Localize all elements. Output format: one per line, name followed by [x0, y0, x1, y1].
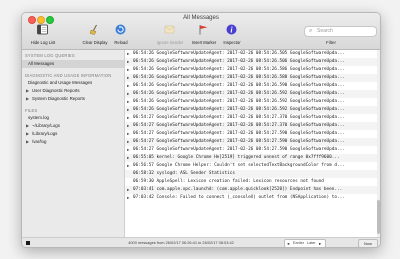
hide-log-list-label: Hide Log List: [30, 40, 56, 45]
toolbar: All Messages Hide Log List Clear Display: [22, 13, 380, 50]
now-button[interactable]: Now: [358, 239, 378, 247]
disclosure-triangle-icon[interactable]: ▶: [127, 74, 129, 82]
sidebar-item-user-diagnostic-reports[interactable]: ▶ User Diagnostic Reports: [22, 87, 124, 95]
disclosure-triangle-icon[interactable]: ▶: [127, 50, 129, 58]
reload-icon: [115, 24, 126, 35]
disclosure-triangle-icon[interactable]: ▶: [127, 186, 129, 194]
section-header-system-log-queries: SYSTEM LOG QUERIES: [25, 53, 75, 58]
disclosure-triangle-icon[interactable]: ▶: [127, 122, 129, 130]
ignore-sender-icon: [164, 25, 175, 34]
log-row[interactable]: ▶ 06:55:05 kernel: Google Chrome He[2519]…: [125, 154, 380, 162]
section-header-diagnostic: DIAGNOSTIC AND USAGE INFORMATION: [25, 73, 112, 78]
scrollbar-thumb[interactable]: [377, 200, 380, 234]
log-row[interactable]: ▶ 07:03:42 Console: Failed to connect (_c…: [125, 194, 380, 202]
disclosure-triangle-icon[interactable]: ▶: [127, 98, 129, 106]
insert-marker-label: Insert Marker: [191, 40, 217, 45]
ignore-sender-label: Ignore Sender: [156, 40, 184, 45]
disclosure-triangle-icon[interactable]: ▶: [127, 90, 129, 98]
vertical-scrollbar[interactable]: [377, 50, 380, 237]
disclosure-triangle-icon[interactable]: ▶: [127, 138, 129, 146]
sidebar-item-system-diagnostic-reports[interactable]: ▶ System Diagnostic Reports: [22, 95, 124, 103]
log-row[interactable]: 06:59:30 AppleSpell: Lexicon creation fa…: [125, 178, 380, 186]
earlier-later-control: ◂ Earlier Later ▸: [284, 239, 326, 247]
sidebar-item-all-messages[interactable]: All Messages: [22, 60, 124, 68]
log-row[interactable]: ▶ 06:54:27 GoogleSoftwareUpdateAgent: 201…: [125, 122, 380, 130]
status-bar: 4000 messages from 26/02/17 06:26:41 to …: [22, 237, 380, 247]
search-field[interactable]: ⌕ Search: [304, 26, 377, 37]
earlier-button[interactable]: Earlier: [293, 240, 304, 247]
sidebar-item-user-library-logs[interactable]: ▶ ~/Library/Logs: [22, 122, 124, 130]
search-placeholder: Search: [317, 28, 333, 34]
message-count-text: 4000 messages from 26/02/17 06:26:41 to …: [128, 240, 234, 245]
disclosure-triangle-icon[interactable]: ▶: [127, 66, 129, 74]
hide-log-list-button[interactable]: Hide Log List: [26, 24, 60, 47]
disclosure-triangle-icon[interactable]: ▶: [127, 114, 129, 122]
disclosure-triangle-icon[interactable]: ▶: [26, 95, 29, 103]
inspector-button[interactable]: i Inspector: [220, 24, 244, 47]
broom-icon: [89, 24, 97, 35]
disclosure-triangle-icon[interactable]: ▶: [127, 58, 129, 66]
log-row[interactable]: ▶ 06:54:27 GoogleSoftwareUpdateAgent: 201…: [125, 146, 380, 154]
disclosure-triangle-icon[interactable]: ▶: [26, 122, 29, 130]
sidebar-item-library-logs[interactable]: ▶ /Library/Logs: [22, 130, 124, 138]
disclosure-triangle-icon[interactable]: ▶: [26, 138, 29, 146]
stop-square-icon[interactable]: [26, 241, 30, 245]
log-row[interactable]: ▶ 06:54:26 GoogleSoftwareUpdateAgent: 201…: [125, 106, 380, 114]
sidebar-item-var-log[interactable]: ▶ /var/log: [22, 138, 124, 146]
disclosure-triangle-icon[interactable]: ▶: [127, 154, 129, 162]
reload-button[interactable]: Reload: [110, 24, 132, 47]
section-header-files: FILES: [25, 108, 38, 113]
log-row[interactable]: ▶ 07:03:41 com.apple.xpc.launchd: (com.ap…: [125, 186, 380, 194]
log-row[interactable]: ▶ 06:54:27 GoogleSoftwareUpdateAgent: 201…: [125, 114, 380, 122]
log-row[interactable]: ▶ 06:54:26 GoogleSoftwareUpdateAgent: 201…: [125, 66, 380, 74]
log-row[interactable]: ▶ 06:54:26 GoogleSoftwareUpdateAgent: 201…: [125, 50, 380, 58]
log-row[interactable]: ▶ 06:54:27 GoogleSoftwareUpdateAgent: 201…: [125, 138, 380, 146]
log-row[interactable]: 06:58:32 syslogd: ASL Sender Statistics: [125, 170, 380, 178]
console-window: All Messages Hide Log List Clear Display: [21, 12, 381, 248]
clear-display-label: Clear Display: [82, 40, 108, 45]
ignore-sender-button[interactable]: Ignore Sender: [152, 24, 188, 47]
disclosure-triangle-icon[interactable]: ▶: [127, 82, 129, 90]
later-button[interactable]: Later: [307, 240, 316, 247]
log-row[interactable]: ▶ 06:56:57 Google Chrome Helper: Couldn't…: [125, 162, 380, 170]
log-messages-view[interactable]: ▶ 06:54:26 GoogleSoftwareUpdateAgent: 201…: [125, 50, 380, 237]
disclosure-triangle-icon[interactable]: ▶: [26, 87, 29, 95]
disclosure-triangle-icon[interactable]: ▶: [26, 130, 29, 138]
log-row[interactable]: ▶ 06:54:26 GoogleSoftwareUpdateAgent: 201…: [125, 98, 380, 106]
earlier-arrow-icon[interactable]: ◂: [287, 240, 289, 247]
disclosure-triangle-icon[interactable]: ▶: [127, 194, 129, 202]
sidebar-icon: [37, 24, 48, 35]
sidebar-item-diagnostic-usage-messages[interactable]: Diagnostic and Usage Messages: [22, 79, 124, 87]
marker-icon: [199, 25, 208, 35]
log-row[interactable]: ▶ 06:54:26 GoogleSoftwareUpdateAgent: 201…: [125, 82, 380, 90]
log-list-sidebar: SYSTEM LOG QUERIES All Messages DIAGNOST…: [22, 50, 125, 237]
sidebar-item-system-log[interactable]: system.log: [22, 114, 124, 122]
later-arrow-icon[interactable]: ▸: [319, 240, 321, 247]
log-row[interactable]: ▶ 06:54:27 GoogleSoftwareUpdateAgent: 201…: [125, 130, 380, 138]
info-icon: i: [226, 24, 237, 35]
disclosure-triangle-icon[interactable]: ▶: [127, 130, 129, 138]
log-row[interactable]: ▶ 06:54:26 GoogleSoftwareUpdateAgent: 201…: [125, 90, 380, 98]
window-title: All Messages: [183, 15, 219, 21]
insert-marker-button[interactable]: Insert Marker: [186, 24, 222, 47]
inspector-label: Inspector: [223, 40, 241, 45]
disclosure-triangle-icon[interactable]: ▶: [127, 162, 129, 170]
filter-label: Filter: [326, 40, 336, 45]
disclosure-triangle-icon[interactable]: ▶: [127, 146, 129, 154]
clear-display-button[interactable]: Clear Display: [78, 24, 112, 47]
log-row[interactable]: ▶ 06:54:26 GoogleSoftwareUpdateAgent: 201…: [125, 58, 380, 66]
disclosure-triangle-icon[interactable]: ▶: [127, 106, 129, 114]
search-icon: ⌕: [309, 28, 313, 34]
reload-label: Reload: [114, 40, 128, 45]
log-row[interactable]: ▶ 06:54:26 GoogleSoftwareUpdateAgent: 201…: [125, 74, 380, 82]
